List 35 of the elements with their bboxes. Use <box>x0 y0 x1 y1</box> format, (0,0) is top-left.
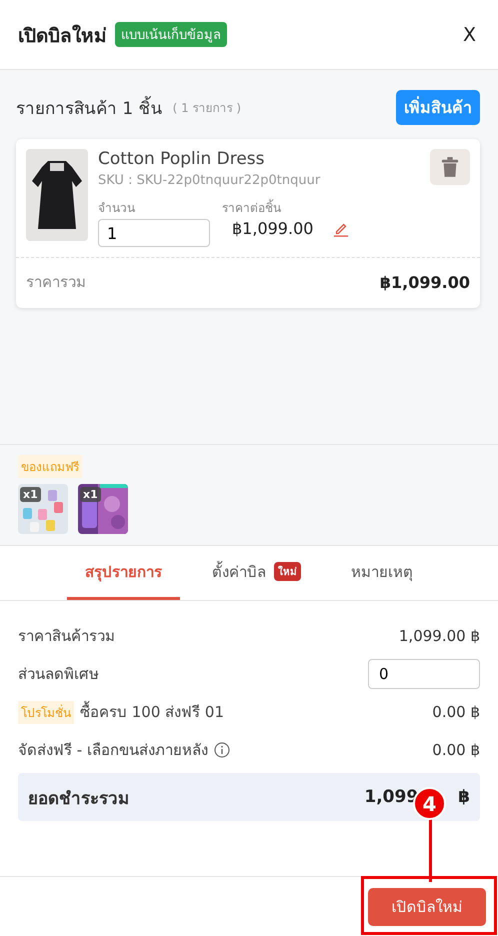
total-label: ราคารวม <box>26 272 86 293</box>
free-gift-tag: ของแถมฟรี <box>18 455 82 478</box>
summary-value: 0.00 ฿ <box>432 703 480 721</box>
currency-symbol: ฿ <box>458 787 470 807</box>
info-icon[interactable] <box>214 742 230 758</box>
promotion-tag: โปรโมชั่น <box>18 700 74 724</box>
summary-label: ส่วนลดพิเศษ <box>18 664 99 685</box>
trash-icon <box>441 157 459 177</box>
items-count: ( 1 รายการ ) <box>172 100 242 117</box>
unit-price: ฿1,099.00 <box>232 219 314 238</box>
discount-field[interactable]: 0 <box>368 659 480 689</box>
product-name: Cotton Poplin Dress <box>98 149 266 169</box>
summary-value: 0.00 ฿ <box>432 741 480 759</box>
summary-value: 1,099.00 ฿ <box>398 627 480 645</box>
quantity-field[interactable]: 1 <box>98 219 210 247</box>
quantity-label: จำนวน <box>98 200 136 217</box>
summary-label: จัดส่งฟรี - เลือกขนส่งภายหลัง <box>18 740 208 761</box>
quantity-badge: x1 <box>80 487 101 502</box>
tab[interactable]: สรุปรายการ <box>67 546 180 600</box>
close-button[interactable]: X <box>458 24 480 46</box>
new-badge: ใหม่ <box>274 562 301 581</box>
tab[interactable]: ตั้งค่าบิล ใหม่ <box>194 546 319 600</box>
summary-label: ราคาสินค้ารวม <box>18 626 115 647</box>
quantity-badge: x1 <box>20 487 41 502</box>
total-price: ฿1,099.00 <box>380 272 470 292</box>
summary-label: ซื้อครบ 100 ส่งฟรี 01 <box>80 700 224 723</box>
open-bill-button[interactable]: เปิดบิลใหม่ <box>368 888 486 926</box>
grand-total-label: ยอดชำระรวม <box>28 788 129 810</box>
dialog-title: เปิดบิลใหม่ <box>18 24 107 48</box>
delete-button[interactable] <box>430 149 470 185</box>
tab[interactable]: หมายเหตุ <box>333 546 431 600</box>
product-sku: SKU : SKU-22p0tnquur22p0tnquur <box>98 173 322 188</box>
mode-tag: แบบเน้นเก็บข้อมูล <box>115 22 227 47</box>
unit-price-label: ราคาต่อชิ้น <box>222 198 282 217</box>
items-heading: รายการสินค้า 1 ชิ้น <box>16 94 163 121</box>
